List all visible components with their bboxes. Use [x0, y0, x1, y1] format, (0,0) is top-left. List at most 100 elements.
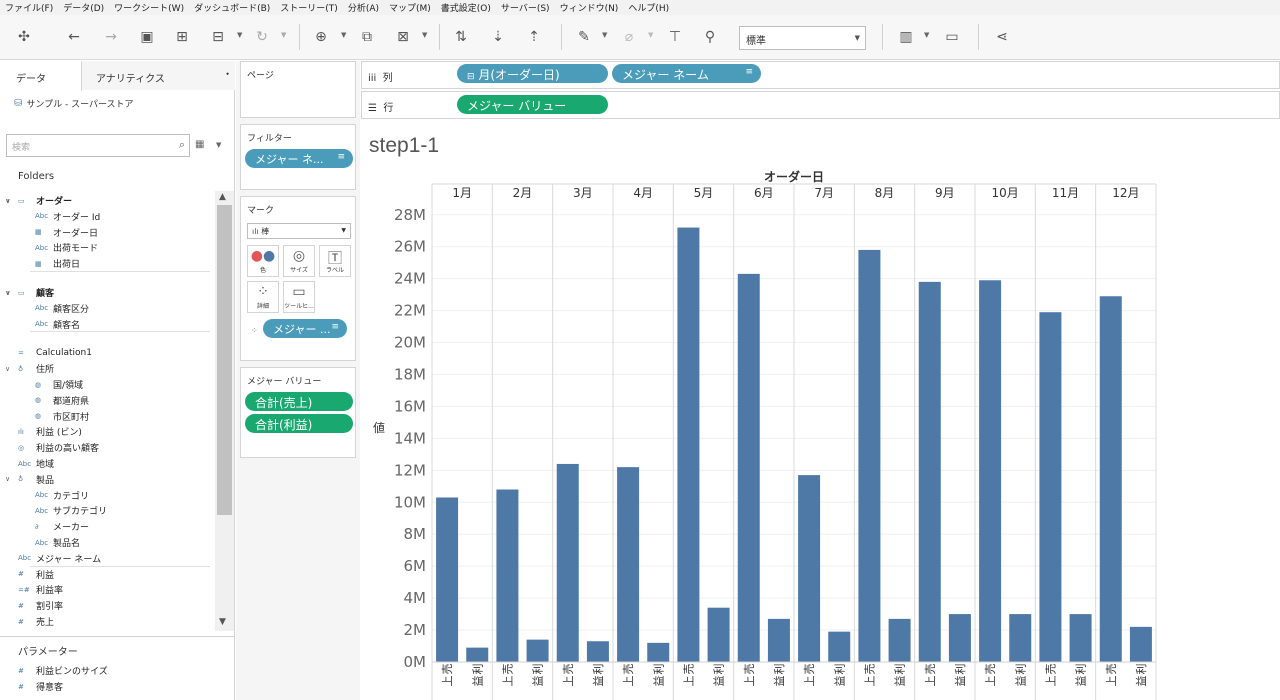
- field-item[interactable]: ▦ 出荷日: [35, 256, 80, 271]
- view-toggle-icon[interactable]: ▦: [195, 139, 204, 150]
- menu-item[interactable]: ファイル(F): [0, 1, 58, 14]
- field-item[interactable]: ◍ 都道府県: [35, 393, 89, 408]
- field-item[interactable]: =# 利益率: [18, 582, 63, 597]
- new-worksheet-icon[interactable]: ⊕: [311, 27, 331, 47]
- detail-pill[interactable]: メジャー ... ≡: [263, 319, 347, 338]
- new-worksheet-caret-icon[interactable]: ▼: [341, 31, 346, 39]
- tooltip-button[interactable]: ▭ ツールヒ...: [283, 281, 315, 313]
- field-item[interactable]: # 売上: [18, 614, 54, 629]
- measure-values-card[interactable]: メジャー バリュー 合計(売上) 合計(利益): [240, 367, 356, 458]
- field-item[interactable]: Abc メジャー ネーム: [18, 551, 101, 566]
- filters-card[interactable]: フィルター メジャー ネ... ≡: [240, 124, 356, 190]
- fit-select[interactable]: 標準 ▼: [739, 26, 866, 50]
- scroll-up-icon[interactable]: ▲: [219, 192, 226, 202]
- rows-shelf[interactable]: ☰ 行 メジャー バリュー: [361, 91, 1280, 119]
- field-item[interactable]: Abc オーダー Id: [35, 209, 100, 224]
- field-item[interactable]: Abc 地域: [18, 456, 54, 471]
- parameter-item[interactable]: # 得意客: [18, 679, 63, 694]
- scrollbar-thumb[interactable]: [217, 205, 232, 515]
- menu-item[interactable]: ワークシート(W): [109, 1, 189, 14]
- datasource-item[interactable]: ⛁ サンプル - スーパーストア: [14, 97, 134, 110]
- parameter-item[interactable]: # 利益ビンのサイズ: [18, 663, 108, 678]
- field-item[interactable]: ∨ ▭ 顧客: [5, 285, 54, 300]
- marks-type-select[interactable]: ılı 棒 ▼: [247, 223, 351, 239]
- chevron-down-icon[interactable]: ∨: [5, 475, 10, 483]
- datasource-caret-icon[interactable]: ▼: [237, 31, 242, 39]
- menu-item[interactable]: マップ(M): [384, 1, 436, 14]
- tableau-logo-icon[interactable]: ✣: [14, 27, 34, 47]
- undo-icon[interactable]: ←: [64, 27, 84, 47]
- presentation-icon[interactable]: ▭: [942, 27, 962, 47]
- sort-ascending-icon[interactable]: ⇣: [488, 27, 508, 47]
- field-list-scrollbar[interactable]: ▲ ▼: [215, 191, 234, 631]
- menu-item[interactable]: サーバー(S): [496, 1, 555, 14]
- menu-item[interactable]: ウィンドウ(N): [555, 1, 624, 14]
- clear-caret-icon[interactable]: ▼: [422, 31, 427, 39]
- measure-pill-profit[interactable]: 合計(利益): [245, 414, 353, 433]
- share-icon[interactable]: ⋖: [992, 27, 1012, 47]
- pane-menu-icon[interactable]: ⬩: [226, 69, 229, 79]
- duplicate-icon[interactable]: ⧉: [357, 27, 377, 47]
- column-pill-measure-names[interactable]: メジャー ネーム ≡: [612, 64, 761, 83]
- label-button[interactable]: 🅃 ラベル: [319, 245, 351, 277]
- field-item[interactable]: = Calculation1: [18, 345, 92, 360]
- sort-descending-icon[interactable]: ⇡: [524, 27, 544, 47]
- field-item[interactable]: ◍ 市区町村: [35, 409, 89, 424]
- field-item[interactable]: # 割引率: [18, 598, 63, 613]
- field-item[interactable]: ∂ メーカー: [35, 519, 89, 534]
- swap-icon[interactable]: ⇅: [451, 27, 471, 47]
- size-button[interactable]: ◎ サイズ: [283, 245, 315, 277]
- group-icon[interactable]: ⌀: [619, 27, 639, 47]
- save-icon[interactable]: ▣: [137, 27, 157, 47]
- menu-item[interactable]: ストーリー(T): [275, 1, 343, 14]
- menu-item[interactable]: データ(D): [58, 1, 109, 14]
- field-item[interactable]: ∨ ♁ 製品: [5, 472, 54, 487]
- pages-card[interactable]: ページ: [240, 61, 356, 118]
- field-item[interactable]: # 利益: [18, 567, 54, 582]
- datasource-icon[interactable]: ⊟: [208, 27, 228, 47]
- redo-icon[interactable]: →: [101, 27, 121, 47]
- group-caret-icon[interactable]: ▼: [648, 31, 653, 39]
- search-input[interactable]: 検索 ⌕: [6, 134, 190, 157]
- detail-button[interactable]: ⁘ 詳細: [247, 281, 279, 313]
- columns-shelf[interactable]: iii 列 ⊟ 月(オーダー日) メジャー ネーム ≡: [361, 61, 1280, 89]
- show-me-icon[interactable]: ▥: [896, 27, 916, 47]
- show-me-caret-icon[interactable]: ▼: [924, 31, 929, 39]
- field-item[interactable]: ◍ 国/領域: [35, 377, 83, 392]
- tab-data[interactable]: データ: [0, 61, 82, 91]
- tab-analytics[interactable]: アナリティクス ⬩: [82, 61, 235, 90]
- pin-icon[interactable]: ⚲: [700, 27, 720, 47]
- clear-icon[interactable]: ⊠: [393, 27, 413, 47]
- menu-item[interactable]: ダッシュボード(B): [189, 1, 275, 14]
- new-datasource-icon[interactable]: ⊞: [172, 27, 192, 47]
- column-pill-month[interactable]: ⊟ 月(オーダー日): [457, 64, 608, 83]
- label-icon[interactable]: ⊤: [665, 27, 685, 47]
- scroll-down-icon[interactable]: ▼: [219, 617, 226, 627]
- field-item[interactable]: Abc 出荷モード: [35, 240, 98, 255]
- view-caret-icon[interactable]: ▼: [216, 141, 221, 149]
- field-item[interactable]: Abc 顧客区分: [35, 301, 89, 316]
- field-item[interactable]: ∨ ♁ 住所: [5, 361, 54, 376]
- chevron-down-icon[interactable]: ∨: [5, 365, 10, 373]
- menu-item[interactable]: 書式設定(O): [436, 1, 496, 14]
- refresh-icon[interactable]: ↻: [252, 27, 272, 47]
- field-item[interactable]: Abc カテゴリ: [35, 488, 89, 503]
- field-item[interactable]: Abc 製品名: [35, 535, 80, 550]
- highlight-icon[interactable]: ✎: [574, 27, 594, 47]
- menu-item[interactable]: 分析(A): [343, 1, 384, 14]
- measure-pill-sales[interactable]: 合計(売上): [245, 392, 353, 411]
- field-item[interactable]: Abc 顧客名: [35, 317, 80, 332]
- field-item[interactable]: ∨ ▭ オーダー: [5, 193, 72, 208]
- highlight-caret-icon[interactable]: ▼: [602, 31, 607, 39]
- chevron-down-icon[interactable]: ∨: [5, 289, 11, 297]
- filter-pill[interactable]: メジャー ネ... ≡: [245, 149, 353, 168]
- field-item[interactable]: ılı 利益 (ビン): [18, 424, 82, 439]
- row-pill-measure-values[interactable]: メジャー バリュー: [457, 95, 608, 114]
- menu-item[interactable]: ヘルプ(H): [623, 1, 674, 14]
- field-item[interactable]: ◎ 利益の高い顧客: [18, 440, 99, 455]
- chevron-down-icon[interactable]: ∨: [5, 197, 11, 205]
- color-button[interactable]: ●● 色: [247, 245, 279, 277]
- field-item[interactable]: Abc サブカテゴリ: [35, 503, 107, 518]
- refresh-caret-icon[interactable]: ▼: [281, 31, 286, 39]
- field-item[interactable]: ▦ オーダー日: [35, 225, 98, 240]
